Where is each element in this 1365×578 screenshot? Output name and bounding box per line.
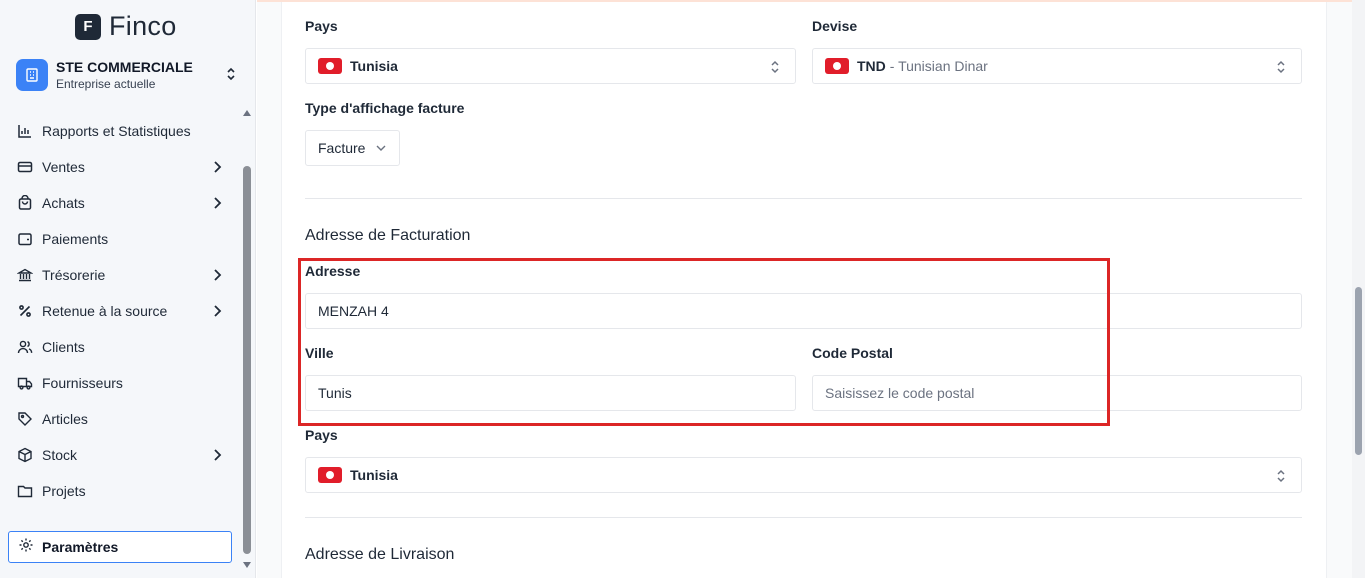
company-name: STE COMMERCIALE [56,59,193,75]
sidebar-item-label: Stock [42,447,78,463]
wallet-icon [16,230,34,248]
adresse-input[interactable]: MENZAH 4 [305,293,1302,329]
bank-icon [16,266,34,284]
section-divider [305,517,1302,518]
sidebar-item-fournisseurs[interactable]: Fournisseurs [8,365,232,401]
card-icon [16,158,34,176]
pays-select[interactable]: Tunisia [305,48,796,84]
chevron-up-down-icon [1275,469,1287,486]
sidebar-item-label: Trésorerie [42,267,106,283]
building-icon [16,59,48,91]
company-switcher[interactable]: STE COMMERCIALE Entreprise actuelle [16,58,244,92]
sidebar-item-label: Paiements [42,231,109,247]
facturation-title: Adresse de Facturation [305,227,471,244]
facturation-pays-label: Pays [305,427,338,443]
logo-mark: F [75,13,101,40]
app-logo[interactable]: F Finco [75,11,177,42]
sidebar-item-ventes[interactable]: Ventes [8,149,232,185]
tag-icon [16,410,34,428]
type-affichage-select[interactable]: Facture [305,130,400,166]
code-postal-label: Code Postal [812,345,893,361]
section-divider [305,198,1302,199]
sidebar-nav: Rapports et Statistiques Ventes Achats P… [8,113,232,509]
facturation-pays-select[interactable]: Tunisia [305,457,1302,493]
sidebar-item-stock[interactable]: Stock [8,437,232,473]
tunisia-flag-icon [318,58,342,74]
devise-name: - Tunisian Dinar [889,58,988,74]
main-scrollbar[interactable] [1352,0,1365,578]
type-affichage-label: Type d'affichage facture [305,100,465,116]
sidebar-item-paiements[interactable]: Paiements [8,221,232,257]
pays-label: Pays [305,18,338,34]
sidebar-item-label: Projets [42,483,86,499]
code-postal-placeholder: Saisissez le code postal [825,385,975,401]
facturation-pays-value: Tunisia [350,467,398,483]
chevron-down-icon [375,144,387,152]
sidebar-item-label: Articles [42,411,88,427]
box-icon [16,446,34,464]
chevron-up-down-icon [1275,60,1287,77]
percent-icon [16,302,34,320]
pays-value: Tunisia [350,58,398,74]
livraison-title: Adresse de Livraison [305,546,455,563]
chevron-right-icon [212,160,222,179]
sidebar-item-label: Achats [42,195,85,211]
truck-icon [16,374,34,392]
ville-value: Tunis [318,385,352,401]
scrollbar-thumb[interactable] [1355,287,1362,455]
ville-input[interactable]: Tunis [305,375,796,411]
sidebar-item-articles[interactable]: Articles [8,401,232,437]
sidebar-item-label: Retenue à la source [42,303,168,319]
gear-icon [18,537,34,558]
ville-label: Ville [305,345,334,361]
users-icon [16,338,34,356]
chevron-right-icon [212,448,222,467]
sidebar-item-retenue[interactable]: Retenue à la source [8,293,232,329]
sidebar-item-projets[interactable]: Projets [8,473,232,509]
sidebar-item-achats[interactable]: Achats [8,185,232,221]
sidebar-item-tresorerie[interactable]: Trésorerie [8,257,232,293]
sidebar-item-label: Clients [42,339,85,355]
chevron-right-icon [212,304,222,323]
scroll-up-icon[interactable] [243,110,251,116]
shopping-bag-icon [16,194,34,212]
app-name: Finco [109,11,177,41]
tunisia-flag-icon [318,467,342,483]
sidebar-item-label: Ventes [42,159,85,175]
adresse-value: MENZAH 4 [318,303,389,319]
sidebar-item-label: Rapports et Statistiques [42,123,191,139]
sidebar-item-clients[interactable]: Clients [8,329,232,365]
devise-code: TND [857,58,886,74]
sidebar-item-label: Paramètres [42,539,119,555]
scrollbar-thumb[interactable] [243,166,251,554]
adresse-label: Adresse [305,263,361,279]
code-postal-input[interactable]: Saisissez le code postal [812,375,1302,411]
devise-label: Devise [812,18,858,34]
folder-icon [16,482,34,500]
bar-chart-icon [16,122,34,140]
sidebar-item-parametres[interactable]: Paramètres [8,531,232,563]
tunisia-flag-icon [825,58,849,74]
chevron-up-down-icon [769,60,781,77]
devise-select[interactable]: TND - Tunisian Dinar [812,48,1302,84]
scroll-down-icon[interactable] [243,562,251,568]
sidebar-item-rapports[interactable]: Rapports et Statistiques [8,113,232,149]
sidebar: F Finco STE COMMERCIALE Entreprise actue… [0,0,256,578]
chevron-up-down-icon[interactable] [224,66,238,87]
chevron-right-icon [212,196,222,215]
sidebar-item-label: Fournisseurs [42,375,123,391]
type-affichage-value: Facture [318,140,366,156]
company-subtitle: Entreprise actuelle [56,77,156,91]
chevron-right-icon [212,268,222,287]
sidebar-scrollbar[interactable] [241,108,253,572]
